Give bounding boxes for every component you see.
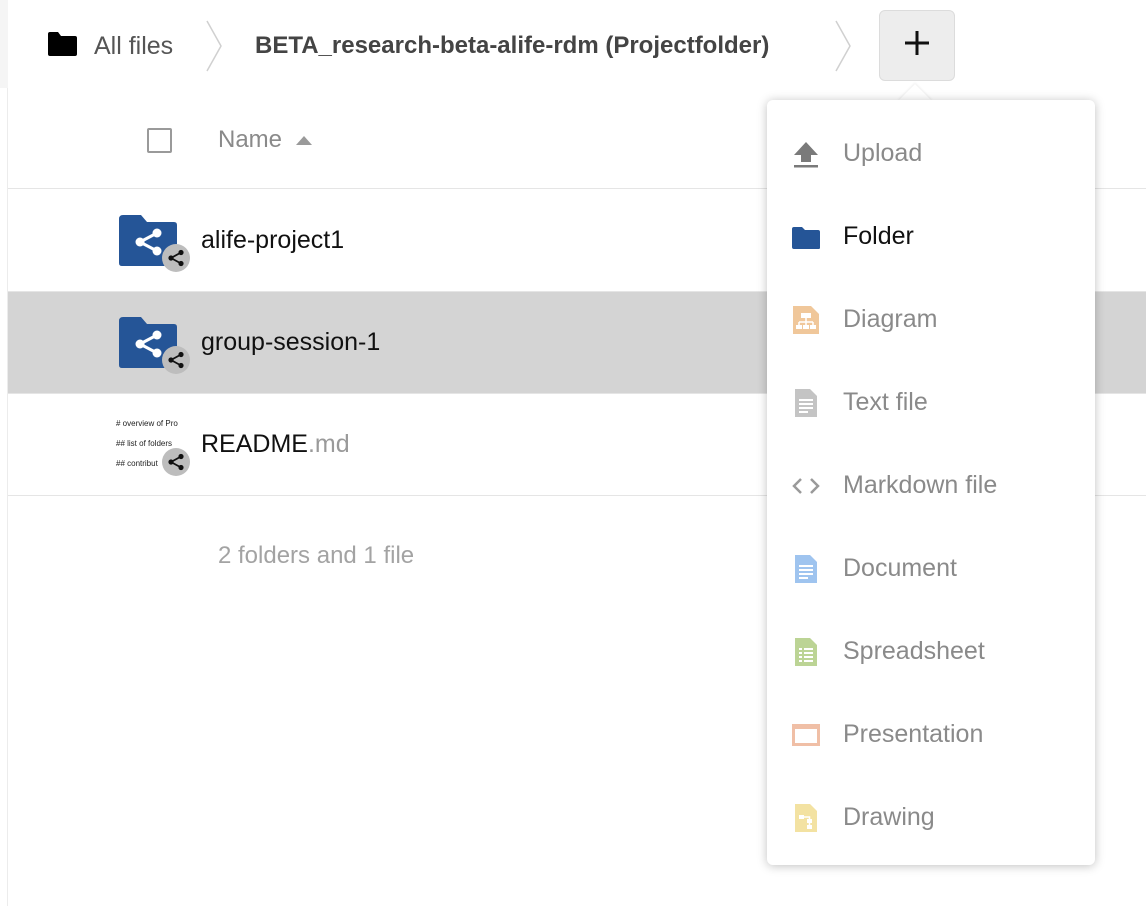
sort-ascending-icon [296,136,313,145]
file-basename: README [201,429,308,458]
breadcrumb-home-label: All files [94,31,174,60]
menu-item-drawing[interactable]: Drawing [767,777,1095,857]
upload-icon [791,139,821,169]
new-button[interactable] [879,10,955,81]
document-icon [791,554,821,584]
share-icon[interactable] [162,244,190,272]
column-name-label: Name [218,126,283,153]
menu-item-text-file[interactable]: Text file [767,362,1095,442]
file-extension: .md [307,429,350,458]
menu-item-markdown-file[interactable]: Markdown file [767,445,1095,525]
presentation-icon [791,720,821,750]
folder-icon [791,222,821,252]
menu-item-document[interactable]: Document [767,528,1095,608]
file-name[interactable]: group-session-1 [201,324,380,360]
menu-item-label: Spreadsheet [843,636,985,665]
spreadsheet-icon [791,637,821,667]
menu-item-upload[interactable]: Upload [767,113,1095,193]
breadcrumb-separator-icon [834,20,852,72]
diagram-icon [791,305,821,335]
code-icon [791,471,821,501]
preview-line: # overview of Pro [116,419,178,428]
plus-icon [903,29,931,62]
sidebar-edge [0,0,8,88]
sort-by-name[interactable]: Name [218,122,313,158]
breadcrumb-all-files[interactable]: All files [48,28,173,64]
drawing-icon [791,803,821,833]
breadcrumb-separator-icon [205,20,223,72]
menu-item-presentation[interactable]: Presentation [767,694,1095,774]
menu-item-label: Folder [843,221,914,250]
menu-item-spreadsheet[interactable]: Spreadsheet [767,611,1095,691]
folder-icon [48,31,77,61]
new-file-menu: Upload Folder Diagram Text file Markdown… [767,100,1095,865]
text-file-icon [791,388,821,418]
file-basename: alife-project1 [201,225,345,254]
select-all-checkbox[interactable] [147,128,172,153]
breadcrumb-current-folder[interactable]: BETA_research-beta-alife-rdm (Projectfol… [255,28,769,64]
menu-item-label: Drawing [843,802,935,831]
share-icon[interactable] [162,346,190,374]
file-summary: 2 folders and 1 file [218,542,415,569]
menu-item-label: Upload [843,138,923,167]
menu-item-label: Document [843,553,957,582]
breadcrumb: All files BETA_research-beta-alife-rdm (… [8,0,1146,90]
menu-item-folder[interactable]: Folder [767,196,1095,276]
file-name[interactable]: README .md [201,426,350,462]
menu-item-label: Markdown file [843,470,998,499]
menu-item-label: Presentation [843,719,984,748]
menu-item-diagram[interactable]: Diagram [767,279,1095,359]
share-icon[interactable] [162,448,190,476]
file-basename: group-session-1 [201,327,381,356]
menu-item-label: Diagram [843,304,938,333]
file-name[interactable]: alife-project1 [201,222,344,258]
menu-pointer [898,84,932,101]
menu-item-label: Text file [843,387,928,416]
